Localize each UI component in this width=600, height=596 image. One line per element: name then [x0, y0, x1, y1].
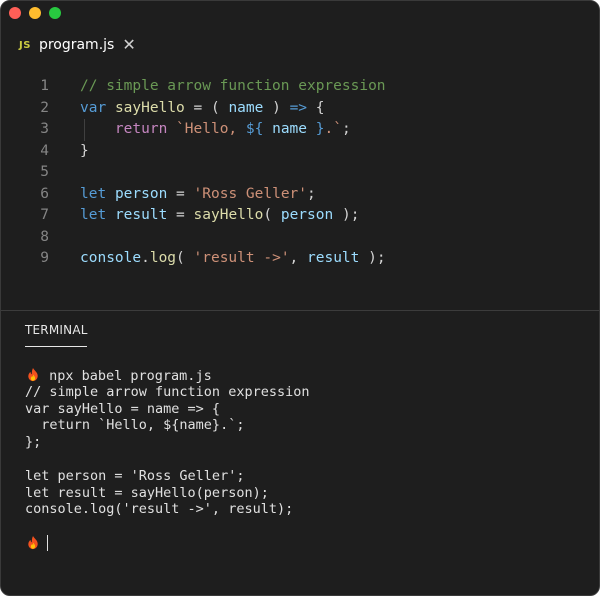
code-line[interactable]: 8: [1, 227, 599, 249]
code-token: ): [263, 99, 290, 116]
editor-window: JS program.js ✕ 1 // simple arrow functio…: [0, 0, 600, 596]
code-token: }: [80, 142, 89, 159]
code-token: ${: [245, 121, 264, 137]
code-token: `Hello,: [176, 121, 246, 137]
line-number: 2: [40, 99, 49, 116]
code-line[interactable]: 9 console.log( 'result ->', result );: [1, 248, 599, 270]
code-token: sayHello: [114, 99, 185, 116]
code-line[interactable]: 6 let person = 'Ross Geller';: [1, 184, 599, 206]
close-tab-icon[interactable]: ✕: [122, 37, 135, 53]
code-token: );: [359, 250, 386, 266]
code-token: 'result ->': [193, 250, 290, 266]
terminal-command-line: npx babel program.js: [25, 367, 309, 384]
line-number: 1: [40, 78, 49, 94]
code-token: ;: [307, 185, 316, 202]
code-line[interactable]: 5: [1, 162, 599, 184]
code-token: (: [176, 250, 194, 266]
minimize-window-button[interactable]: [29, 7, 41, 19]
code-token: = (: [184, 99, 229, 116]
line-number: 3: [40, 121, 49, 137]
code-token: // simple arrow function expression: [80, 78, 386, 94]
line-number: 4: [40, 142, 49, 159]
code-token: =: [167, 185, 194, 202]
code-token: var: [80, 99, 107, 116]
terminal-output-line: return `Hello, ${name}.`;: [25, 417, 245, 434]
code-line[interactable]: 7 let result = sayHello( person );: [1, 205, 599, 227]
code-line[interactable]: 2 var sayHello = ( name ) => {: [1, 98, 599, 120]
code-token: .`: [324, 121, 342, 137]
code-token: console: [80, 250, 142, 266]
line-number: 8: [40, 228, 49, 245]
code-token: name: [228, 99, 264, 116]
code-token: );: [333, 207, 360, 223]
line-number: 5: [40, 164, 49, 180]
code-text: }: [80, 141, 89, 163]
code-token: let: [80, 207, 107, 223]
code-token: =>: [289, 99, 308, 116]
javascript-file-icon: JS: [19, 39, 31, 51]
code-token: ;: [341, 121, 351, 137]
terminal-output-line: };: [25, 434, 42, 451]
flame-icon: [28, 367, 38, 382]
code-text: var sayHello = ( name ) => {: [80, 98, 325, 120]
line-number: 7: [40, 207, 49, 223]
terminal-output-line: var sayHello = name => {: [25, 400, 221, 417]
tab-filename: program.js: [38, 37, 115, 53]
code-token: result: [307, 250, 360, 266]
code-token: .: [141, 250, 150, 266]
code-text: return `Hello, ${ name }.`;: [80, 119, 351, 141]
code-token: let: [80, 185, 107, 202]
code-token: 'Ross Geller': [193, 185, 308, 202]
terminal-output-line: let person = 'Ross Geller';: [25, 467, 245, 484]
terminal-output-line: // simple arrow function expression: [25, 383, 310, 400]
tab-terminal[interactable]: TERMINAL: [25, 323, 88, 337]
terminal-command: npx babel program.js: [49, 368, 212, 384]
code-token: {: [307, 99, 325, 116]
flame-icon: [28, 535, 38, 550]
code-text: console.log( 'result ->', result );: [80, 248, 386, 270]
terminal-prompt-line: [25, 534, 309, 552]
code-token: return: [114, 121, 168, 137]
active-tab-indicator: [25, 346, 87, 347]
code-token: name: [272, 121, 308, 137]
code-token: log: [149, 250, 177, 266]
terminal-output[interactable]: npx babel program.js // simple arrow fun…: [25, 367, 309, 552]
panel-divider[interactable]: [1, 310, 599, 311]
maximize-window-button[interactable]: [49, 7, 61, 19]
code-token: sayHello: [193, 207, 264, 223]
code-text: // simple arrow function expression: [80, 76, 386, 98]
code-token: (: [263, 207, 281, 223]
terminal-output-line: let result = sayHello(person);: [25, 484, 269, 501]
code-token: result: [114, 207, 168, 223]
code-line[interactable]: 1 // simple arrow function expression: [1, 76, 599, 98]
tab-program-js[interactable]: JS program.js ✕: [1, 25, 152, 65]
code-token: ,: [289, 250, 308, 266]
terminal-output-line: console.log('result ->', result);: [25, 501, 294, 518]
code-token: person: [114, 185, 168, 202]
code-editor[interactable]: 1 // simple arrow function expression 2 var…: [1, 76, 599, 270]
close-window-button[interactable]: [9, 7, 21, 19]
title-bar: [1, 1, 599, 25]
line-number: 6: [40, 185, 49, 202]
code-token: person: [280, 207, 334, 223]
code-line[interactable]: 3 return `Hello, ${ name }.`;: [1, 119, 599, 141]
code-token: =: [167, 207, 194, 223]
code-line[interactable]: 4}: [1, 141, 599, 163]
terminal-cursor: [47, 534, 48, 551]
code-text: let result = sayHello( person );: [80, 205, 359, 227]
code-text: let person = 'Ross Geller';: [80, 184, 316, 206]
line-number: 9: [40, 250, 49, 266]
